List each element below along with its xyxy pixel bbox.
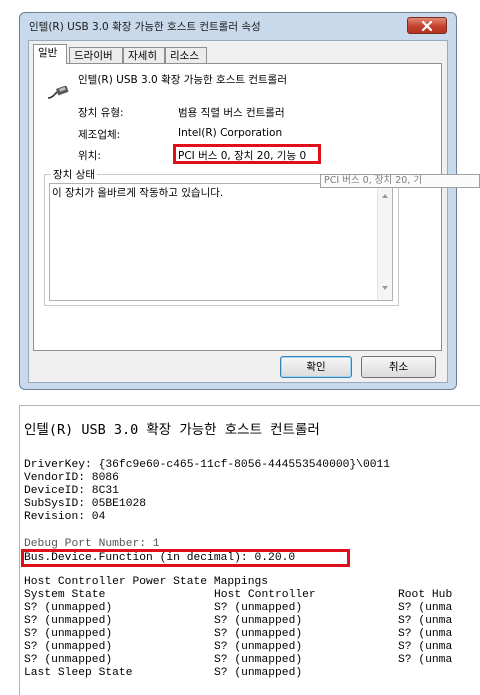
manufacturer-label: 제조업체: <box>78 129 121 141</box>
location-highlight <box>173 144 321 164</box>
dialog-title: 인텔(R) USB 3.0 확장 가능한 호스트 컨트롤러 속성 <box>29 21 261 33</box>
column-system-state: System State <box>24 589 106 601</box>
device-name: 인텔(R) USB 3.0 확장 가능한 호스트 컨트롤러 <box>78 74 288 86</box>
scroll-down-icon[interactable] <box>382 286 388 290</box>
subsys-id-line: SubSysID: 05BE1028 <box>24 498 147 510</box>
location-tooltip: PCI 버스 0, 장치 20, 기 <box>320 174 480 188</box>
row-hub: S? (unma <box>398 615 453 627</box>
device-type-label: 장치 유형: <box>78 107 124 119</box>
driver-key-line: DriverKey: {36fc9e60-c465-11cf-8056-4445… <box>24 459 391 471</box>
row-state: S? (unmapped) <box>24 615 113 627</box>
status-scrollbar[interactable] <box>377 184 392 300</box>
column-root-hub: Root Hub <box>398 589 453 601</box>
device-type-value: 범용 직렬 버스 컨트롤러 <box>178 107 285 119</box>
scroll-up-icon[interactable] <box>382 194 388 198</box>
last-sleep-value: S? (unmapped) <box>214 667 303 679</box>
device-id-line: DeviceID: 8C31 <box>24 485 119 497</box>
row-hc: S? (unmapped) <box>214 602 303 614</box>
last-sleep-label: Last Sleep State <box>24 667 133 679</box>
device-status-textbox[interactable]: 이 장치가 올바르게 작동하고 있습니다. <box>49 183 393 301</box>
revision-line: Revision: 04 <box>24 511 106 523</box>
device-status-group: 장치 상태 이 장치가 올바르게 작동하고 있습니다. <box>44 167 399 306</box>
tab-general[interactable]: 일반 <box>33 44 67 64</box>
bus-device-function-highlight <box>21 549 350 567</box>
row-state: S? (unmapped) <box>24 628 113 640</box>
row-hub: S? (unma <box>398 602 453 614</box>
row-state: S? (unmapped) <box>24 602 113 614</box>
title-bar[interactable]: 인텔(R) USB 3.0 확장 가능한 호스트 컨트롤러 속성 <box>20 13 456 39</box>
dialog-client: 일반 드라이버 자세히 리소스 인텔(R) USB 3.0 확장 가능한 호스트… <box>28 40 448 383</box>
general-tab-panel: 인텔(R) USB 3.0 확장 가능한 호스트 컨트롤러 장치 유형: 범용 … <box>33 63 442 351</box>
row-hc: S? (unmapped) <box>214 615 303 627</box>
column-host-controller: Host Controller <box>214 589 316 601</box>
row-hub: S? (unma <box>398 641 453 653</box>
ok-button[interactable]: 확인 <box>280 356 352 378</box>
close-icon <box>421 21 433 31</box>
row-hub: S? (unma <box>398 628 453 640</box>
tab-details[interactable]: 자세히 <box>123 47 165 64</box>
device-status-label: 장치 상태 <box>51 167 97 182</box>
row-hc: S? (unmapped) <box>214 641 303 653</box>
power-mappings-header: Host Controller Power State Mappings <box>24 576 269 588</box>
row-state: S? (unmapped) <box>24 654 113 666</box>
row-hub: S? (unma <box>398 654 453 666</box>
location-label: 위치: <box>78 150 101 162</box>
row-state: S? (unmapped) <box>24 641 113 653</box>
console-title: 인텔(R) USB 3.0 확장 가능한 호스트 컨트롤러 <box>24 422 320 438</box>
cancel-button[interactable]: 취소 <box>361 356 436 378</box>
usbview-output-pane: 인텔(R) USB 3.0 확장 가능한 호스트 컨트롤러 DriverKey:… <box>19 405 480 695</box>
tab-resources[interactable]: 리소스 <box>165 47 207 64</box>
usb-connector-icon <box>47 86 69 99</box>
device-status-text: 이 장치가 올바르게 작동하고 있습니다. <box>52 187 224 199</box>
close-button[interactable] <box>407 17 447 34</box>
manufacturer-value: Intel(R) Corporation <box>178 127 283 139</box>
row-hc: S? (unmapped) <box>214 628 303 640</box>
tab-driver[interactable]: 드라이버 <box>69 47 123 64</box>
properties-dialog: 인텔(R) USB 3.0 확장 가능한 호스트 컨트롤러 속성 일반 드라이버… <box>19 12 457 390</box>
row-hc: S? (unmapped) <box>214 654 303 666</box>
vendor-id-line: VendorID: 8086 <box>24 472 119 484</box>
